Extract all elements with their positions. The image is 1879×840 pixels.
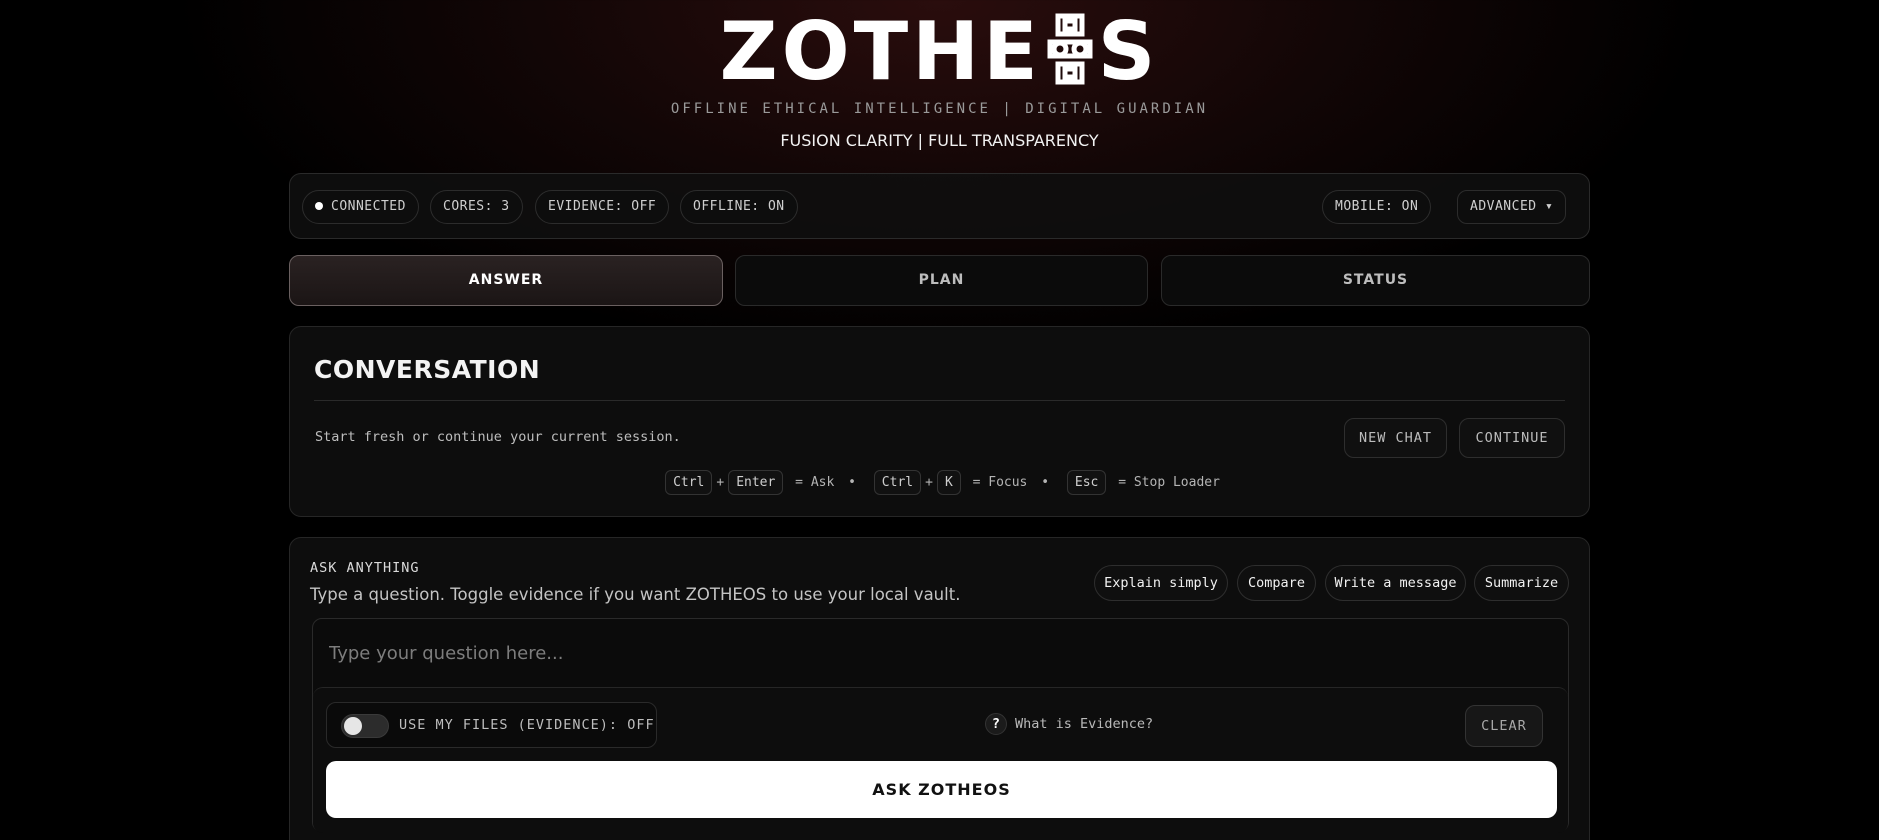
plus-sign: + <box>716 475 725 490</box>
advanced-dropdown[interactable]: ADVANCED ▾ <box>1457 190 1567 224</box>
divider <box>314 400 1565 401</box>
toggle-knob <box>344 717 362 735</box>
tagline: OFFLINE ETHICAL INTELLIGENCE | DIGITAL G… <box>670 101 1209 117</box>
continue-button[interactable]: CONTINUE <box>1459 418 1565 458</box>
chip-summarize[interactable]: Summarize <box>1474 565 1569 601</box>
question-box: USE MY FILES (EVIDENCE): OFF ? What is Ev… <box>312 618 1569 833</box>
evidence-toggle-container[interactable]: USE MY FILES (EVIDENCE): OFF <box>326 702 657 748</box>
question-input[interactable] <box>313 619 1568 687</box>
evidence-pill: EVIDENCE: OFF <box>535 190 670 224</box>
chip-compare[interactable]: Compare <box>1237 565 1316 601</box>
kbd-ctrl: Ctrl <box>665 470 713 495</box>
separator: • <box>1041 475 1050 490</box>
tab-status[interactable]: STATUS <box>1161 255 1590 306</box>
kbd-ctrl-2: Ctrl <box>873 470 922 495</box>
chip-write-message[interactable]: Write a message <box>1325 565 1466 601</box>
help-label: What is Evidence? <box>1015 716 1154 732</box>
question-mark-icon: ? <box>985 713 1007 735</box>
conversation-card: CONVERSATION Start fresh or continue you… <box>289 326 1590 517</box>
what-is-evidence-link[interactable]: ? What is Evidence? <box>985 713 1153 735</box>
conversation-title: CONVERSATION <box>314 355 541 384</box>
mobile-pill[interactable]: MOBILE: ON <box>1322 190 1432 224</box>
separator: • <box>848 475 856 490</box>
logo: ZOTHE S <box>0 12 1879 92</box>
kbd-enter: Enter <box>728 470 784 495</box>
status-dot-icon <box>315 201 323 210</box>
tab-plan[interactable]: PLAN <box>735 255 1148 306</box>
shield-knot-o-glyph-icon <box>1047 13 1093 85</box>
conversation-description: Start fresh or continue your current ses… <box>315 429 681 445</box>
plus-sign: + <box>925 475 933 490</box>
kbd-esc: Esc <box>1066 470 1107 495</box>
connected-label: CONNECTED <box>331 199 406 214</box>
logo-text-right: S <box>1097 5 1160 98</box>
evidence-toggle[interactable] <box>341 714 389 738</box>
shortcut-ask-label: = Ask <box>795 475 835 490</box>
shortcut-stop-label: = Stop Loader <box>1118 475 1220 490</box>
subtagline: FUSION CLARITY | FULL TRANSPARENCY <box>780 131 1099 150</box>
tab-answer[interactable]: ANSWER <box>289 255 723 306</box>
ask-card: ASK ANYTHING Type a question. Toggle evi… <box>289 537 1590 840</box>
status-bar: CONNECTED CORES: 3 EVIDENCE: OFF OFFLINE… <box>289 173 1590 239</box>
keyboard-shortcuts: Ctrl + Enter = Ask • Ctrl + K = Focus • Esc … <box>290 470 1591 495</box>
shortcut-focus-label: = Focus <box>972 475 1028 490</box>
offline-pill: OFFLINE: ON <box>680 190 798 224</box>
clear-button[interactable]: CLEAR <box>1465 705 1543 747</box>
cores-pill: CORES: 3 <box>430 190 523 224</box>
connected-status-pill: CONNECTED <box>302 190 419 224</box>
chip-explain-simply[interactable]: Explain simply <box>1094 565 1228 601</box>
new-chat-button[interactable]: NEW CHAT <box>1344 418 1447 458</box>
ask-zotheos-button[interactable]: ASK ZOTHEOS <box>326 761 1557 818</box>
ask-label: ASK ANYTHING <box>310 560 420 576</box>
kbd-k: K <box>936 470 961 495</box>
evidence-toggle-label: USE MY FILES (EVIDENCE): OFF <box>399 717 655 733</box>
logo-text-left: ZOTHE <box>719 5 1042 98</box>
ask-description: Type a question. Toggle evidence if you … <box>310 585 961 604</box>
ask-controls: USE MY FILES (EVIDENCE): OFF ? What is Ev… <box>313 687 1568 833</box>
